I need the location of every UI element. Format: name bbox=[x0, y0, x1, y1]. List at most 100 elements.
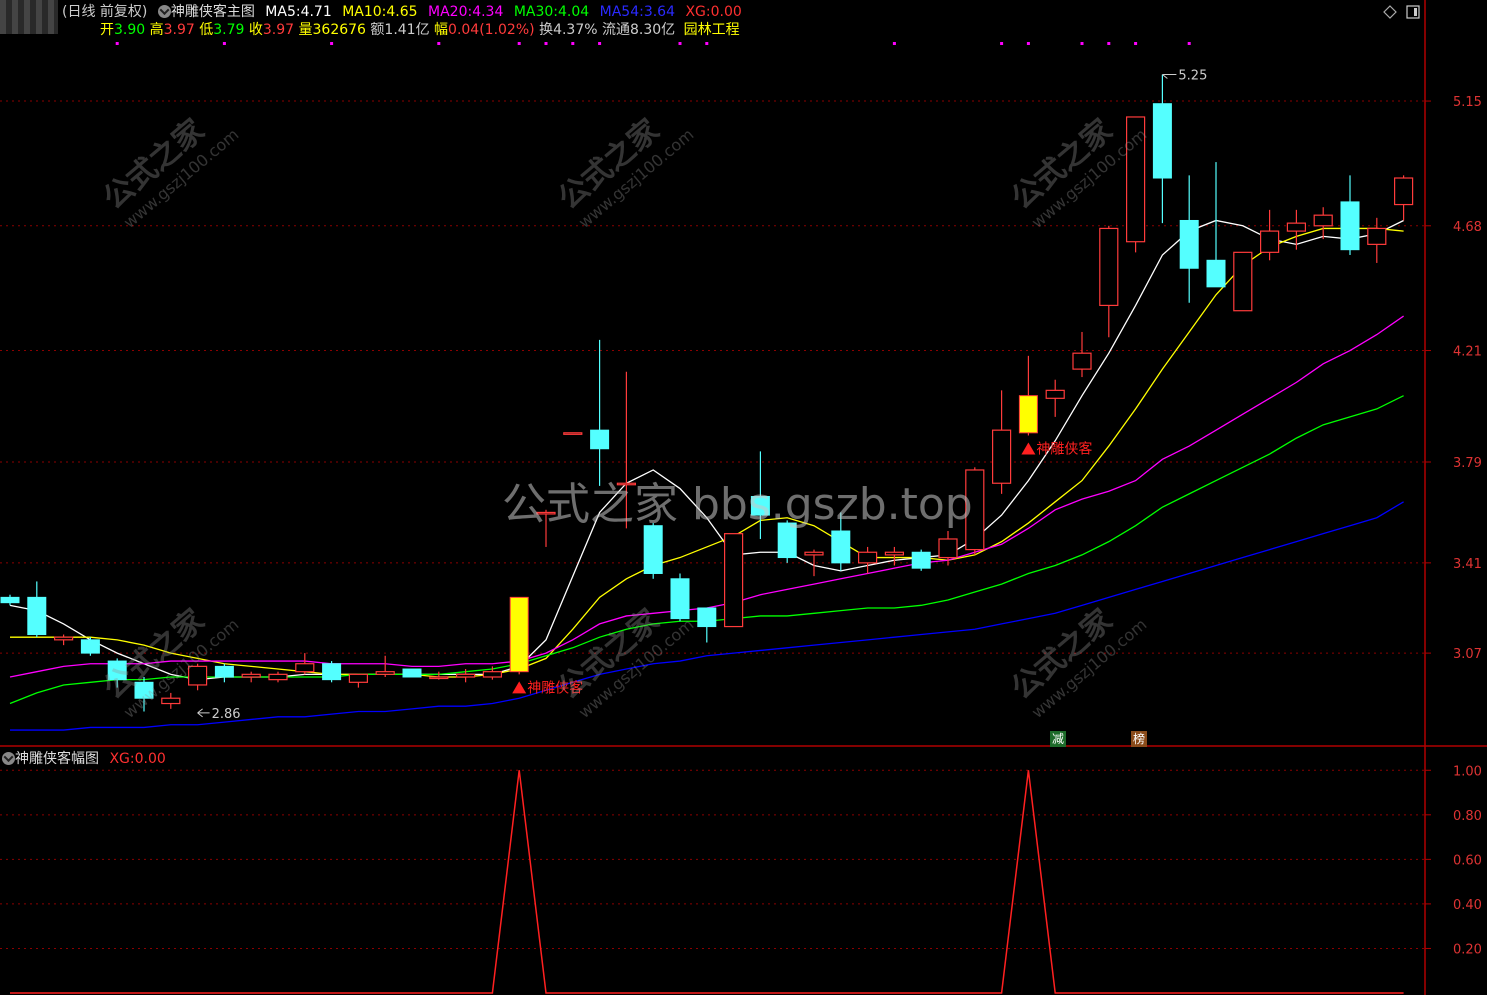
y-tick-label: 0.80 bbox=[1453, 809, 1482, 824]
candle-body bbox=[402, 668, 422, 678]
y-tick-label: 4.21 bbox=[1453, 345, 1482, 360]
indicator-name[interactable]: 神雕侠客主图 bbox=[171, 4, 255, 20]
high-value: 3.97 bbox=[163, 22, 195, 38]
candle-body bbox=[1340, 201, 1360, 251]
candle bbox=[1206, 162, 1226, 288]
candle-body bbox=[804, 551, 824, 556]
candle-body bbox=[53, 636, 74, 641]
volume-value: 362676 bbox=[312, 22, 366, 38]
chart-marks: 5.252.86神雕侠客神雕侠客 bbox=[0, 42, 1414, 994]
candle-body bbox=[590, 429, 610, 450]
y-tick-label: 0.20 bbox=[1453, 942, 1482, 957]
ma54-label: MA54: bbox=[599, 4, 644, 20]
candle-body bbox=[268, 673, 288, 681]
float-label: 流通 bbox=[602, 22, 630, 38]
xg-line bbox=[10, 770, 1404, 994]
candle-body bbox=[1259, 230, 1280, 253]
signal-dot bbox=[1000, 42, 1004, 45]
candle bbox=[322, 661, 342, 683]
candle-body bbox=[456, 673, 476, 678]
candle bbox=[1152, 74, 1172, 224]
candle bbox=[375, 655, 395, 677]
candle bbox=[1072, 331, 1092, 378]
y-tick-label: 0.40 bbox=[1453, 898, 1482, 913]
candle bbox=[1367, 217, 1387, 263]
quote-line: 开3.90 高3.97 低3.79 收3.97 量362676 额1.41亿 幅… bbox=[100, 21, 740, 39]
signal-dot bbox=[222, 42, 226, 45]
dropdown-icon[interactable] bbox=[157, 5, 171, 18]
amount-value: 1.41亿 bbox=[384, 22, 430, 38]
dropdown-icon[interactable] bbox=[2, 752, 15, 765]
high-label: 高 bbox=[149, 22, 164, 38]
high-arrow bbox=[1162, 74, 1177, 79]
sub-indicator-name[interactable]: 神雕侠客幅图 bbox=[15, 751, 99, 767]
candle bbox=[777, 520, 797, 563]
candle-body bbox=[322, 663, 342, 681]
open-value: 3.90 bbox=[114, 22, 146, 38]
diamond-icon[interactable] bbox=[1383, 5, 1397, 19]
candle bbox=[590, 339, 610, 486]
candle-body bbox=[1045, 389, 1065, 399]
kline-chart[interactable]: 5.252.86神雕侠客神雕侠客 5.154.684.213.793.413.0… bbox=[0, 0, 1487, 995]
window-toggle-icon[interactable] bbox=[1406, 5, 1420, 19]
candle-body bbox=[1286, 222, 1307, 232]
candle bbox=[161, 692, 181, 709]
candle-body bbox=[750, 496, 770, 516]
signal-dot bbox=[544, 42, 548, 45]
reduce-badge[interactable]: 减 bbox=[1050, 731, 1066, 747]
candle bbox=[643, 523, 663, 579]
candle-body bbox=[911, 551, 931, 569]
candle bbox=[1340, 175, 1360, 255]
ma10-label: MA10: bbox=[342, 4, 387, 20]
candle-body bbox=[1179, 219, 1199, 269]
candle bbox=[1259, 209, 1280, 261]
y-tick-label: 0.60 bbox=[1453, 853, 1482, 868]
candle-body bbox=[1018, 395, 1038, 434]
sector-label[interactable]: 园林工程 bbox=[684, 22, 740, 38]
volume-label: 量 bbox=[298, 22, 313, 38]
candle-body bbox=[80, 639, 100, 654]
ma54-value: 3.64 bbox=[643, 4, 675, 20]
candle bbox=[348, 673, 368, 688]
candle-body bbox=[938, 538, 958, 559]
candle-body bbox=[670, 578, 690, 620]
signal-dot bbox=[678, 42, 682, 45]
signal-dot bbox=[705, 42, 709, 45]
candle bbox=[0, 594, 20, 606]
candle-body bbox=[777, 522, 797, 559]
signal-triangle bbox=[1021, 442, 1036, 455]
candle-body bbox=[1152, 103, 1172, 179]
candle bbox=[80, 637, 100, 656]
candle bbox=[965, 467, 985, 555]
candle-body bbox=[616, 482, 637, 486]
sub-xg-label: XG: bbox=[109, 751, 135, 767]
candle bbox=[214, 663, 234, 683]
high-label: 5.25 bbox=[1178, 69, 1207, 84]
candle-body bbox=[27, 596, 47, 636]
candle bbox=[1313, 207, 1333, 240]
amount-label: 额 bbox=[370, 22, 385, 38]
candle-body bbox=[1125, 116, 1146, 243]
candle-body bbox=[1072, 352, 1092, 370]
candle bbox=[53, 634, 74, 646]
period-label[interactable]: (日线 前复权) bbox=[62, 4, 147, 20]
main-header: (日线 前复权) 神雕侠客主图 MA5:4.71 MA10:4.65 MA20:… bbox=[62, 3, 742, 21]
candle-body bbox=[161, 697, 181, 705]
ma-line-ma30 bbox=[9, 395, 1404, 705]
ma20-label: MA20: bbox=[428, 4, 473, 20]
candle bbox=[831, 512, 851, 571]
ma5-label: MA5: bbox=[265, 4, 301, 20]
candle bbox=[1045, 379, 1065, 417]
list-badge[interactable]: 榜 bbox=[1131, 731, 1147, 747]
low-label: 低 bbox=[199, 22, 214, 38]
signal-triangle bbox=[512, 681, 527, 694]
y-tick-label: 5.15 bbox=[1453, 95, 1482, 110]
close-value: 3.97 bbox=[262, 22, 295, 38]
ma20-value: 4.34 bbox=[472, 4, 504, 20]
grid-lines bbox=[0, 0, 1487, 995]
change-label: 幅 bbox=[434, 22, 449, 38]
candle bbox=[1125, 116, 1146, 253]
candle-body bbox=[348, 673, 368, 683]
signal-dot bbox=[1026, 42, 1030, 45]
sub-xg-value: 0.00 bbox=[134, 751, 166, 767]
